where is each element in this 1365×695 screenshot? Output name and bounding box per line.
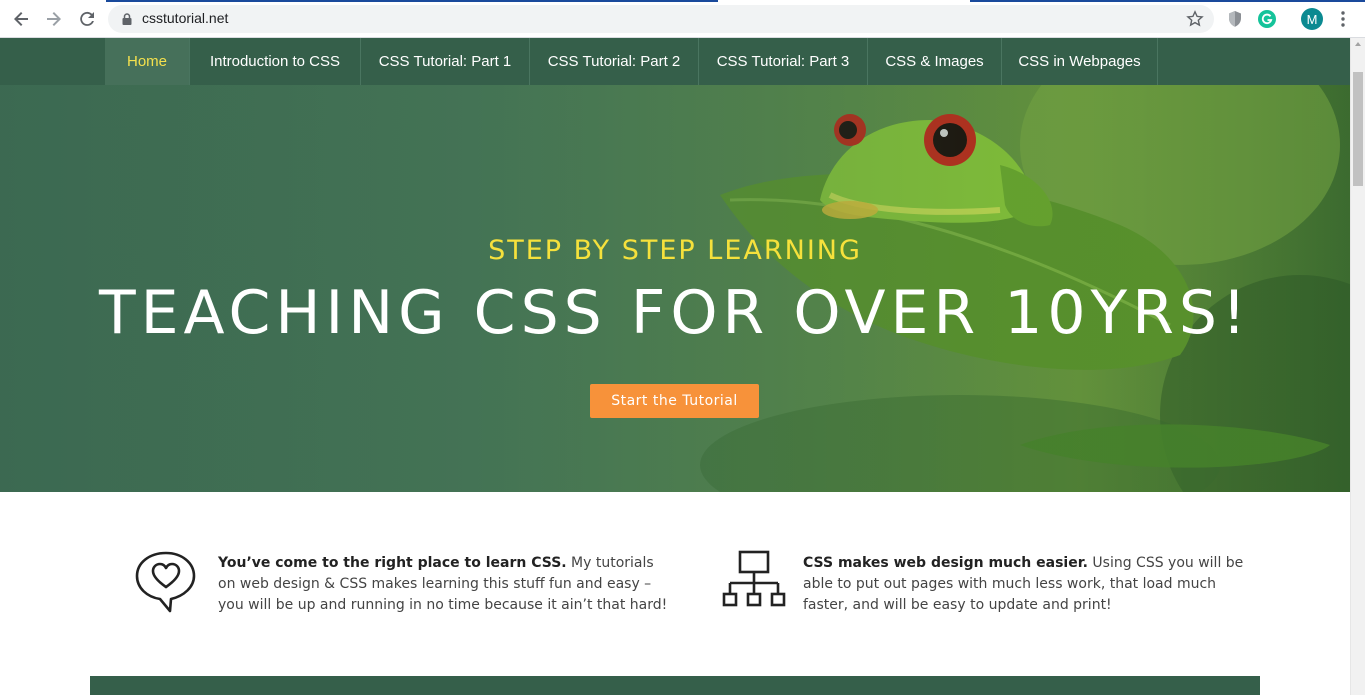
hero-kicker: STEP BY STEP LEARNING [488,235,862,266]
feature-description: CSS makes web design much easier. Using … [803,553,1253,616]
back-arrow-icon[interactable] [9,8,33,30]
scroll-up-arrow-icon[interactable] [1355,42,1361,46]
hero-headline: TEACHING CSS FOR OVER 10YRS! [98,278,1252,348]
star-icon[interactable] [1186,10,1204,28]
nav-item-part-2[interactable]: CSS Tutorial: Part 2 [530,38,699,85]
tab-strip-edge [0,0,1365,2]
forward-arrow-icon[interactable] [42,8,66,30]
feature-title: CSS makes web design much easier. [803,555,1088,571]
reload-icon[interactable] [75,8,99,30]
grammarly-extension-icon[interactable] [1257,9,1277,29]
start-tutorial-button[interactable]: Start the Tutorial [590,384,759,418]
url-text[interactable]: csstutorial.net [142,10,228,26]
scrollbar-thumb[interactable] [1353,72,1363,186]
feature-title: You’ve come to the right place to learn … [218,555,567,571]
page-scrollbar[interactable] [1350,38,1365,695]
shield-extension-icon[interactable] [1225,9,1245,29]
page-viewport: Home Introduction to CSS CSS Tutorial: P… [0,38,1350,695]
nav-item-introduction[interactable]: Introduction to CSS [190,38,361,85]
next-section-band [90,676,1260,695]
avatar[interactable]: M [1301,8,1323,30]
address-bar[interactable]: csstutorial.net [108,5,1214,33]
hero-banner: STEP BY STEP LEARNING TEACHING CSS FOR O… [0,85,1350,492]
heart-speech-bubble-icon [135,551,196,613]
feature-description: You’ve come to the right place to learn … [218,553,668,616]
nav-item-css-images[interactable]: CSS & Images [868,38,1002,85]
nav-item-part-3[interactable]: CSS Tutorial: Part 3 [699,38,868,85]
site-navigation: Home Introduction to CSS CSS Tutorial: P… [0,38,1350,85]
nav-item-css-webpages[interactable]: CSS in Webpages [1002,38,1158,85]
lock-icon [122,13,132,25]
kebab-menu-icon[interactable] [1336,9,1350,29]
sitemap-icon [722,550,786,607]
browser-chrome: csstutorial.net M [0,0,1365,38]
nav-item-part-1[interactable]: CSS Tutorial: Part 1 [361,38,530,85]
nav-item-home[interactable]: Home [105,38,190,85]
